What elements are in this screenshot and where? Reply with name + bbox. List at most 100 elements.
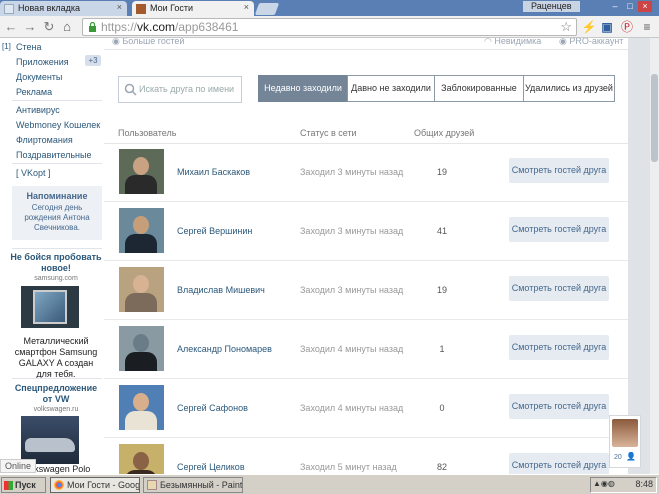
address-url: https://vk.com/app638461 [101,20,238,34]
chrome-icon [54,480,64,490]
invisible-label: Невидимка [494,38,542,46]
sidebar-item-flirtomania[interactable]: Флиртомания [16,135,73,145]
paint-icon [147,480,157,490]
url-scheme: https:// [101,20,138,34]
friend-status: Заходил 5 минут назад [300,462,397,472]
avatar[interactable] [119,444,164,474]
sidebar-item-apps[interactable]: Приложения [16,57,69,67]
back-icon[interactable]: ← [3,19,19,35]
ad-image-vw[interactable] [21,416,79,464]
taskbar-item-paint[interactable]: Безымянный - Paint [143,477,243,493]
close-window-icon[interactable]: × [638,1,652,12]
common-friends-count: 19 [436,285,447,295]
reminder-title: Напоминание [26,191,88,201]
view-friend-guests-button[interactable]: Смотреть гостей друга [509,453,609,474]
pro-account-label: PRO-аккаунт [569,38,624,46]
avatar[interactable] [119,267,164,312]
home-icon[interactable]: ⌂ [59,19,75,35]
start-button[interactable]: Пуск [1,477,46,493]
browser-tab-my-guests[interactable]: Мои Гости × [132,1,254,16]
translate-extension-icon[interactable]: ▣ [599,19,615,35]
friend-status: Заходил 4 минуты назад [300,344,404,354]
address-bar[interactable]: https://vk.com/app638461 ☆ [82,18,577,36]
tab-blocked[interactable]: Заблокированные [434,75,524,102]
close-icon[interactable]: × [244,2,249,12]
table-row: Александр Пономарев Заходил 4 минуты наз… [104,321,628,379]
common-friends-count: 82 [436,462,447,472]
sidebar-item-wall[interactable]: Стена [16,42,42,52]
friend-name-link[interactable]: Михаил Баскаков [177,167,250,177]
reminder-text: Сегодня день рождения Антона Свечникова. [24,203,90,232]
friend-name-link[interactable]: Владислав Мишевич [177,285,265,295]
url-path: /app638461 [175,20,239,34]
sidebar-item-vkopt[interactable]: [ VKopt ] [16,168,51,178]
lightning-extension-icon[interactable]: ⚡ [581,19,597,35]
browser-user-badge[interactable]: Раценцев [523,1,580,12]
scrollbar-thumb[interactable] [651,74,658,162]
sidebar-item-antivirus[interactable]: Антивирус [16,105,60,115]
user-icon: 👤 [626,452,636,461]
avatar[interactable] [119,149,164,194]
view-friend-guests-button[interactable]: Смотреть гостей друга [509,394,609,419]
pinterest-icon[interactable]: Ⓟ [619,19,635,35]
avatar-body [125,234,157,253]
pro-account-link[interactable]: ◉ PRO-аккаунт [559,38,623,47]
sidebar-item-greetings[interactable]: Поздравительные [16,150,92,160]
search-placeholder: Искать друга по имени [139,84,235,94]
more-guests-link[interactable]: ◉ Больше гостей [112,38,184,47]
avatar[interactable] [119,385,164,430]
maximize-icon[interactable]: □ [623,1,637,12]
close-icon[interactable]: × [117,2,122,12]
start-label: Пуск [15,480,36,490]
sidebar-marker[interactable]: [1] [2,42,11,51]
ad-title-vw[interactable]: Спецпредложение от VW [10,383,102,405]
page-scrollbar[interactable] [650,38,659,474]
tray-icons[interactable]: ▲◉◍ [593,479,615,488]
friend-name-link[interactable]: Александр Пономарев [177,344,272,354]
table-row: Сергей Вершинин Заходил 3 минуты назад 4… [104,203,628,261]
tab-long-ago[interactable]: Давно не заходили [347,75,435,102]
avatar[interactable] [119,208,164,253]
sidebar-item-ads[interactable]: Реклама [16,87,52,97]
ad-title-samsung[interactable]: Не бойся пробовать новое! [10,252,102,274]
friend-name-link[interactable]: Сергей Сафонов [177,403,248,413]
avatar[interactable] [119,326,164,371]
friend-name-link[interactable]: Сергей Целиков [177,462,245,472]
column-header-common-friends[interactable]: Общих друзей [414,128,474,138]
sidebar-divider [12,378,102,379]
browser-toolbar: ← → ↻ ⌂ https://vk.com/app638461 ☆ ⚡ ▣ Ⓟ… [0,16,659,38]
minimize-icon[interactable]: – [608,1,622,12]
invisible-link[interactable]: ◠ Невидимка [484,38,541,47]
sidebar-item-webmoney[interactable]: Webmoney Кошелек [16,120,100,130]
friend-status: Заходил 3 минуты назад [300,285,404,295]
common-friends-count: 1 [439,344,445,354]
chat-count: 20 [614,454,622,461]
table-row: Владислав Мишевич Заходил 3 минуты назад… [104,262,628,320]
reload-icon[interactable]: ↻ [41,19,57,35]
star-icon[interactable]: ☆ [560,19,572,35]
view-friend-guests-button[interactable]: Смотреть гостей друга [509,276,609,301]
avatar-body [125,411,157,430]
birthday-reminder[interactable]: Напоминание Сегодня день рождения Антона… [12,186,102,240]
forward-icon[interactable]: → [22,19,38,35]
view-friend-guests-button[interactable]: Смотреть гостей друга [509,158,609,183]
tab-recent[interactable]: Недавно заходили [258,75,348,102]
ad-image-samsung[interactable] [21,286,79,328]
chat-widget[interactable]: 20 👤 [609,415,641,468]
menu-icon[interactable]: ≡ [639,19,655,35]
column-header-user[interactable]: Пользователь [118,128,176,138]
view-friend-guests-button[interactable]: Смотреть гостей друга [509,335,609,360]
friend-name-link[interactable]: Сергей Вершинин [177,226,252,236]
view-friend-guests-button[interactable]: Смотреть гостей друга [509,217,609,242]
chat-avatar[interactable] [612,419,638,447]
sidebar-divider [12,248,102,249]
new-tab-button[interactable] [254,3,280,15]
tab-removed-friends[interactable]: Удалились из друзей [523,75,615,102]
page-background [628,38,650,474]
taskbar-item-chrome[interactable]: Мои Гости - Google C... [50,477,140,493]
clock[interactable]: 8:48 [635,479,653,489]
friend-search-input[interactable]: Искать друга по имени [118,76,242,103]
sidebar-item-documents[interactable]: Документы [16,72,62,82]
browser-tab-new[interactable]: Новая вкладка × [0,1,127,16]
column-header-status[interactable]: Статус в сети [300,128,357,138]
